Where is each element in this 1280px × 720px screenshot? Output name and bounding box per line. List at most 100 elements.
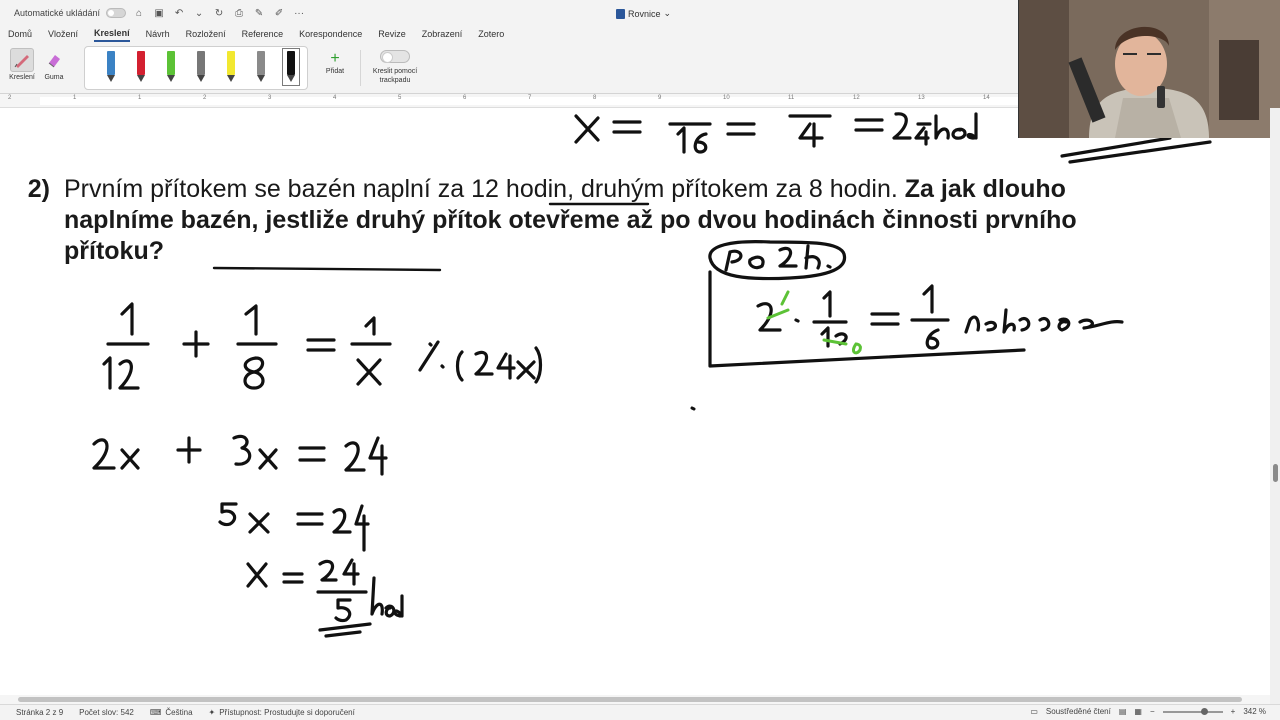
ruler-number: 14: [983, 95, 990, 101]
pen-body: [287, 51, 295, 75]
equation3-ink: [218, 502, 370, 552]
tab-3[interactable]: Návrh: [146, 29, 170, 41]
pen-body: [227, 51, 235, 75]
tab-2[interactable]: Kreslení: [94, 28, 130, 42]
home-icon[interactable]: ⌂: [132, 6, 146, 20]
ruler-number: 1: [73, 95, 77, 101]
tab-5[interactable]: Reference: [242, 29, 284, 41]
eraser-label: Guma: [44, 74, 64, 81]
pen-tip: [197, 75, 205, 82]
print-icon[interactable]: ⎙: [232, 6, 246, 20]
webcam-person-image: [1019, 0, 1280, 138]
tab-6[interactable]: Korespondence: [299, 29, 362, 41]
print-layout-icon[interactable]: ▤: [1119, 707, 1127, 716]
pen-tip: [167, 75, 175, 82]
ruler-number: 13: [918, 95, 925, 101]
ruler-number: 11: [788, 95, 795, 101]
document-page[interactable]: 2) Prvním přítokem se bazén naplní za 12…: [10, 108, 1262, 704]
redo-icon[interactable]: ↻: [212, 6, 226, 20]
zoom-slider[interactable]: [1162, 707, 1223, 715]
ruler-number: 6: [463, 95, 467, 101]
ruler-number: 5: [398, 95, 402, 101]
zoom-in-icon[interactable]: +: [1231, 707, 1236, 716]
accessibility-indicator[interactable]: ✦ Přístupnost: Prostudujte si doporučení: [209, 708, 355, 717]
add-pen-label: Přidat: [325, 68, 345, 75]
accessibility-label: Přístupnost: Prostudujte si doporučení: [219, 708, 355, 717]
pen-icon[interactable]: ✎: [252, 6, 266, 20]
web-layout-icon[interactable]: ▦: [1134, 707, 1142, 716]
pen-tip: [227, 75, 235, 82]
zoom-level[interactable]: 342 %: [1243, 707, 1266, 716]
focus-mode-icon[interactable]: ▭: [1030, 707, 1038, 716]
page-indicator[interactable]: Stránka 2 z 9: [16, 708, 63, 717]
pen-body: [197, 51, 205, 75]
handwriting-layer: [69, 112, 1212, 701]
equation1-ink: [102, 302, 543, 390]
eraser-icon: [42, 48, 66, 72]
pen-body: [107, 51, 115, 75]
pen-4[interactable]: [225, 51, 237, 83]
ribbon-divider: [360, 50, 361, 86]
autosave-toggle[interactable]: [106, 8, 127, 18]
vertical-scroll-thumb[interactable]: [1273, 464, 1278, 482]
word-count[interactable]: Počet slov: 542: [79, 708, 134, 717]
plus-icon: +: [330, 50, 340, 67]
ruler-number: 7: [528, 95, 532, 101]
tab-0[interactable]: Domů: [8, 29, 32, 41]
zoom-out-icon[interactable]: −: [1150, 707, 1155, 716]
draw-tool-button[interactable]: Kreslení: [4, 48, 40, 81]
ruler-number: 8: [593, 95, 597, 101]
ruler-number: 2: [8, 95, 12, 101]
equation2-ink: [92, 434, 388, 476]
tab-1[interactable]: Vložení: [48, 29, 78, 41]
accessibility-icon: ✦: [208, 708, 216, 717]
pen-1[interactable]: [135, 51, 147, 83]
more-icon[interactable]: ···: [292, 6, 306, 20]
pen-body: [137, 51, 145, 75]
tab-8[interactable]: Zobrazení: [422, 29, 463, 41]
eraser-button[interactable]: Guma: [36, 48, 72, 81]
document-title[interactable]: Rovnice ⌄: [616, 8, 671, 19]
pen-0[interactable]: [105, 51, 117, 83]
ruler-number: 3: [268, 95, 272, 101]
chevron-down-icon[interactable]: ⌄: [192, 6, 206, 20]
pen-gallery: [84, 46, 308, 90]
autosave-label: Automatické ukládání: [14, 8, 101, 18]
draw-tool-label: Kreslení: [9, 74, 35, 81]
trackpad-label-line1: Kreslit pomocí: [372, 68, 418, 75]
undo-icon[interactable]: ↶: [172, 6, 186, 20]
horizontal-scroll-thumb[interactable]: [18, 697, 1242, 702]
add-pen-button[interactable]: + Přidat: [320, 50, 350, 75]
document-title-text: Rovnice: [628, 8, 661, 19]
focus-mode-label[interactable]: Soustředěné čtení: [1046, 707, 1111, 716]
pen-3[interactable]: [195, 51, 207, 83]
ruler-number: 2: [203, 95, 207, 101]
language-label: Čeština: [165, 708, 193, 717]
pen-body: [167, 51, 175, 75]
trackpad-draw-toggle[interactable]: Kreslit pomocí trackpadu: [366, 50, 424, 85]
equation4-ink: [246, 558, 404, 638]
ruler-number: 9: [658, 95, 662, 101]
status-right: ▭ Soustředěné čtení ▤ ▦ − + 342 %: [1030, 707, 1266, 716]
pen-tip: [137, 75, 145, 82]
tab-4[interactable]: Rozložení: [186, 29, 226, 41]
trackpad-toggle-switch[interactable]: [380, 50, 410, 63]
pen-5[interactable]: [255, 51, 267, 83]
edit-icon[interactable]: ✐: [272, 6, 286, 20]
tab-9[interactable]: Zotero: [478, 29, 504, 41]
chevron-down-icon: ⌄: [663, 8, 672, 18]
language-indicator[interactable]: ⌨ Čeština: [150, 708, 193, 717]
word-document-icon: [616, 8, 625, 19]
pen-2[interactable]: [165, 51, 177, 83]
box-equation-ink: [756, 284, 1124, 350]
status-bar: Stránka 2 z 9 Počet slov: 542 ⌨ Čeština …: [0, 704, 1280, 720]
tab-7[interactable]: Revize: [378, 29, 406, 41]
save-icon[interactable]: ▣: [152, 6, 166, 20]
draw-tool-icon: [10, 48, 34, 72]
pen-tip: [257, 75, 265, 82]
horizontal-scrollbar[interactable]: [0, 695, 1270, 704]
vertical-scrollbar[interactable]: [1270, 108, 1280, 704]
webcam-overlay: [1018, 0, 1280, 138]
pen-tip: [107, 75, 115, 82]
pen-6[interactable]: [282, 48, 300, 86]
